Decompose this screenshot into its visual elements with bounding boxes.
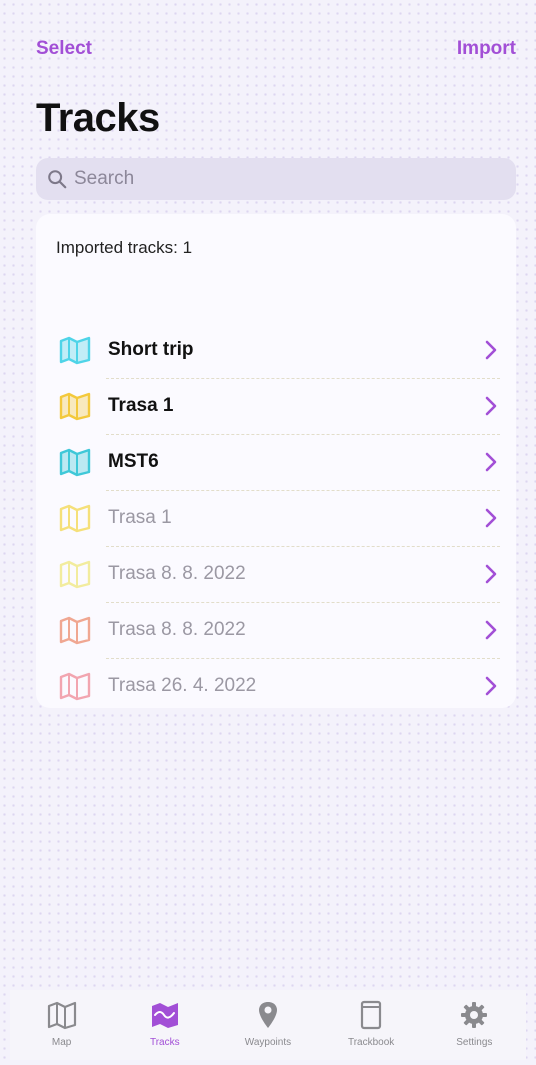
map-icon — [59, 392, 91, 421]
tab-settings[interactable]: Settings — [429, 1000, 519, 1048]
map-icon — [59, 616, 91, 645]
track-row[interactable]: Trasa 8. 8. 2022 — [36, 602, 516, 658]
track-row[interactable]: Short trip — [36, 322, 516, 378]
page-title: Tracks — [36, 96, 160, 140]
track-row[interactable]: Trasa 26. 4. 2022 — [36, 658, 516, 714]
import-button[interactable]: Import — [457, 38, 516, 60]
imported-count: Imported tracks: 1 — [56, 238, 193, 257]
chevron-right-icon — [485, 452, 497, 472]
track-row[interactable]: Trasa 1 — [36, 490, 516, 546]
map-icon — [59, 504, 91, 533]
track-name: Trasa 1 — [108, 395, 174, 416]
tab-bar: Map Tracks Waypoints Trackbook Settings — [10, 990, 526, 1060]
tab-trackbook[interactable]: Trackbook — [326, 1000, 416, 1048]
gear-icon — [461, 1002, 488, 1028]
tab-label: Trackbook — [347, 1037, 395, 1048]
tracks-list: Short trip Trasa 1 MST6 Trasa 1 Trasa 8.… — [36, 322, 516, 714]
map-icon — [59, 448, 91, 477]
chevron-right-icon — [485, 396, 497, 416]
track-name: Trasa 8. 8. 2022 — [108, 619, 246, 640]
track-row[interactable]: Trasa 8. 8. 2022 — [36, 546, 516, 602]
chevron-right-icon — [485, 676, 497, 696]
track-name: Trasa 1 — [108, 507, 172, 528]
tab-map[interactable]: Map — [17, 1000, 107, 1048]
tab-label: Tracks — [149, 1037, 180, 1048]
map-icon — [59, 336, 91, 365]
map-icon — [59, 672, 91, 701]
tab-waypoints[interactable]: Waypoints — [223, 1000, 313, 1048]
track-row[interactable]: Trasa 1 — [36, 378, 516, 434]
pin-icon — [258, 1002, 277, 1028]
tab-label: Waypoints — [244, 1037, 292, 1048]
select-button[interactable]: Select — [36, 38, 92, 60]
tracks-icon — [151, 1003, 178, 1028]
track-name: Trasa 8. 8. 2022 — [108, 563, 246, 584]
search-icon — [48, 170, 67, 189]
map-icon — [59, 560, 91, 589]
book-icon — [361, 1000, 382, 1030]
chevron-right-icon — [485, 564, 497, 584]
track-name: Trasa 26. 4. 2022 — [108, 675, 257, 696]
chevron-right-icon — [485, 340, 497, 360]
tab-label: Map — [51, 1037, 72, 1048]
track-name: Short trip — [108, 339, 194, 360]
navigation-bar: Select Import — [36, 38, 516, 66]
chevron-right-icon — [485, 508, 497, 528]
search-bar[interactable] — [36, 158, 516, 200]
tab-label: Settings — [456, 1037, 493, 1048]
track-row[interactable]: MST6 — [36, 434, 516, 490]
tab-tracks[interactable]: Tracks — [120, 1000, 210, 1048]
map-icon — [47, 1001, 76, 1030]
search-input[interactable] — [74, 168, 494, 190]
track-name: MST6 — [108, 451, 159, 472]
chevron-right-icon — [485, 620, 497, 640]
